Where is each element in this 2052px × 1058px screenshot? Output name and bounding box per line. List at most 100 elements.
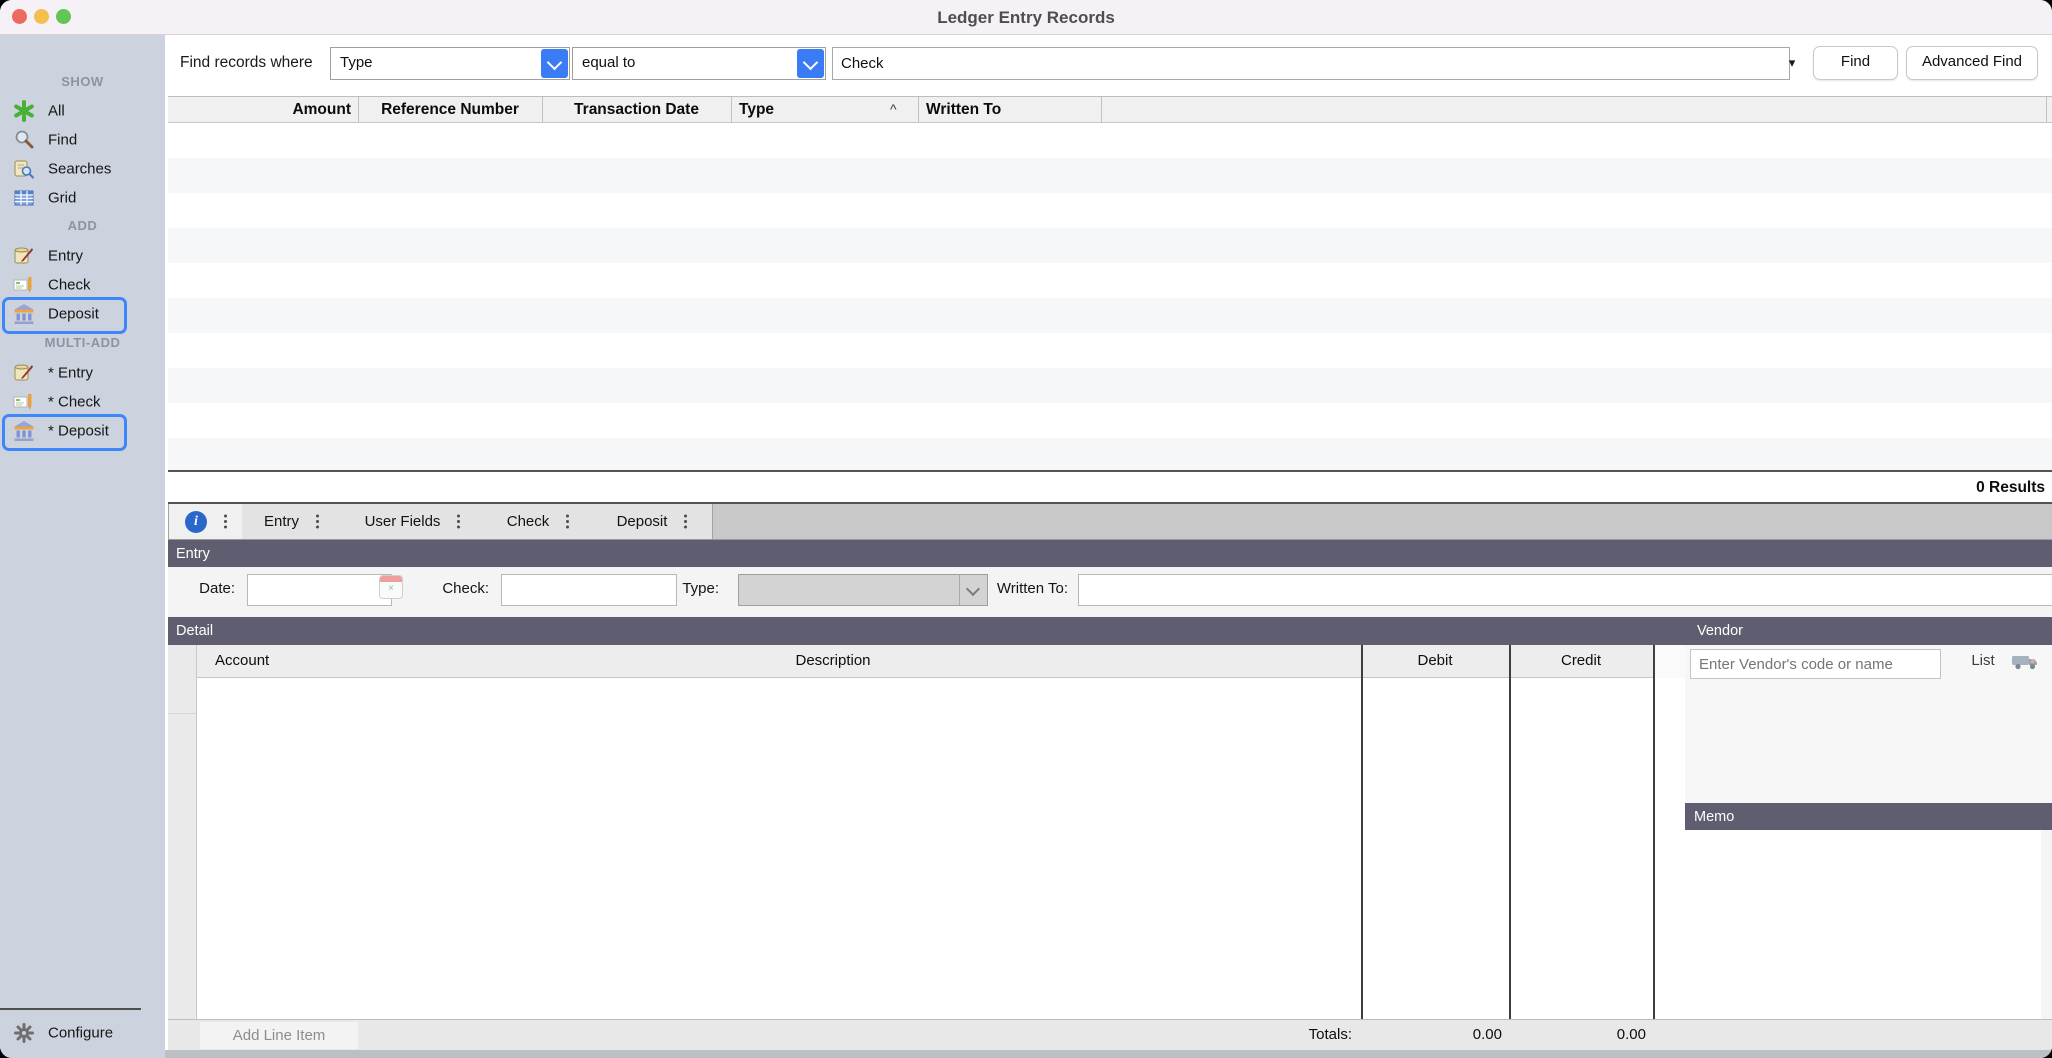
date-field[interactable] — [247, 574, 392, 606]
column-header-amount[interactable]: Amount — [168, 97, 358, 122]
window-title: Ledger Entry Records — [0, 0, 2052, 35]
tab-entry[interactable]: Entry — [242, 504, 342, 539]
written-to-field[interactable] — [1078, 574, 2052, 606]
sidebar-item-label: * Deposit — [48, 422, 109, 439]
sidebar-item-grid[interactable]: Grid — [0, 183, 165, 212]
detail-vendor-section-bar: Detail Vendor — [168, 617, 2052, 645]
tab-deposit[interactable]: Deposit — [592, 504, 713, 539]
sidebar-item-label: Searches — [48, 160, 111, 177]
sidebar-item-searches[interactable]: Searches — [0, 154, 165, 183]
window: Ledger Entry Records SHOW All Find Searc… — [0, 0, 2052, 1058]
bank-icon — [10, 420, 38, 442]
sidebar-item-label: Grid — [48, 189, 76, 206]
detail-table-header: Account Description Debit Credit — [197, 645, 1654, 678]
sidebar-item-multi-entry[interactable]: * Entry — [0, 358, 165, 387]
scroll-quill-icon — [10, 245, 38, 267]
results-table-header: Amount Reference Number Transaction Date… — [168, 96, 2052, 123]
gear-icon — [10, 1022, 38, 1044]
tab-menu-icon[interactable] — [566, 520, 569, 523]
memo-area — [1685, 830, 2041, 1019]
memo-side-strip — [2041, 830, 2052, 1019]
column-header-account: Account — [215, 645, 269, 677]
find-operator-select[interactable]: equal to — [572, 47, 826, 80]
debit-total: 0.00 — [1372, 1020, 1502, 1050]
tab-bar: i Entry User Fields Check Deposit — [168, 504, 2052, 540]
memo-section-bar: Memo — [1685, 803, 2052, 830]
memo-textarea[interactable] — [1686, 831, 2043, 1021]
truck-icon[interactable] — [2010, 652, 2040, 677]
magnifier-icon — [10, 129, 38, 151]
selected-operator: equal to — [582, 48, 635, 77]
bank-icon — [10, 303, 38, 325]
column-separator — [358, 97, 359, 122]
check-pen-icon — [10, 391, 38, 413]
detail-rows-empty — [197, 678, 1654, 1019]
results-rows-empty — [168, 123, 2052, 471]
tab-check[interactable]: Check — [484, 504, 593, 539]
chevron-down-icon — [541, 49, 568, 78]
vendor-search-input[interactable] — [1690, 649, 1941, 679]
sidebar-item-label: Deposit — [48, 305, 99, 322]
sidebar-divider — [0, 1008, 141, 1010]
sidebar-item-all[interactable]: All — [0, 96, 165, 125]
column-header-transaction-date[interactable]: Transaction Date — [542, 97, 731, 122]
entry-section-bar: Entry — [168, 540, 2052, 567]
date-label: Date: — [168, 574, 235, 604]
sidebar-section-show: SHOW — [0, 73, 165, 91]
check-label: Check: — [389, 574, 489, 604]
advanced-find-button[interactable]: Advanced Find — [1906, 46, 2038, 80]
find-button[interactable]: Find — [1813, 46, 1898, 80]
column-line — [1653, 645, 1655, 1050]
find-field-select[interactable]: Type — [330, 47, 570, 80]
sidebar-item-configure[interactable]: Configure — [0, 1018, 165, 1047]
section-title: Memo — [1694, 803, 1734, 830]
sidebar-item-check[interactable]: Check — [0, 270, 165, 299]
sidebar-item-deposit[interactable]: Deposit — [0, 299, 165, 328]
vendor-list-button[interactable]: List — [1958, 645, 2008, 677]
tab-info[interactable]: i — [168, 504, 244, 539]
row-selector — [168, 678, 196, 714]
sort-ascending-icon: ^ — [890, 97, 910, 122]
window-bottom-strip — [165, 1050, 2052, 1058]
sidebar-item-label: Entry — [48, 247, 83, 264]
chevron-down-icon — [797, 49, 824, 78]
row-selector-gutter — [168, 645, 197, 1019]
sidebar-item-entry[interactable]: Entry — [0, 241, 165, 270]
application: Ledger Entry Records SHOW All Find Searc… — [0, 0, 2052, 1058]
tab-menu-icon[interactable] — [457, 520, 460, 523]
totals-label: Totals: — [1252, 1020, 1352, 1050]
column-separator — [542, 97, 543, 122]
column-separator — [2046, 97, 2047, 122]
sidebar-item-multi-check[interactable]: * Check — [0, 387, 165, 416]
column-line — [1509, 645, 1511, 1050]
recent-searches-caret-icon[interactable]: ▾ — [1781, 47, 1803, 78]
find-value-input[interactable] — [832, 47, 1790, 80]
column-separator — [731, 97, 732, 122]
sidebar-item-label: Check — [48, 276, 91, 293]
add-line-item-button[interactable]: Add Line Item — [200, 1022, 358, 1049]
sidebar-item-find[interactable]: Find — [0, 125, 165, 154]
column-line — [1361, 645, 1363, 1050]
column-header-reference-number[interactable]: Reference Number — [358, 97, 542, 122]
divider — [168, 470, 2052, 472]
column-header-written-to[interactable]: Written To — [926, 97, 1001, 122]
tab-menu-icon[interactable] — [684, 520, 687, 523]
green-asterisk-icon — [10, 100, 38, 122]
info-icon: i — [185, 511, 207, 533]
tab-menu-icon[interactable] — [224, 520, 227, 523]
sidebar-item-label: * Check — [48, 393, 101, 410]
sidebar-section-multi-add: MULTI-ADD — [0, 334, 165, 352]
sidebar: SHOW All Find Searches Grid ADD Entry Ch… — [0, 35, 165, 1058]
column-separator — [918, 97, 919, 122]
sidebar-section-add: ADD — [0, 217, 165, 235]
sidebar-item-multi-deposit[interactable]: * Deposit — [0, 416, 165, 445]
sidebar-item-label: * Entry — [48, 364, 93, 381]
tab-menu-icon[interactable] — [316, 520, 319, 523]
tab-user-fields[interactable]: User Fields — [341, 504, 485, 539]
type-label: Type: — [619, 574, 719, 604]
column-header-type[interactable]: Type — [739, 97, 774, 122]
column-header-description: Description — [633, 645, 1033, 677]
detail-section-title: Detail — [176, 617, 213, 645]
scroll-quill-icon — [10, 362, 38, 384]
selected-field: Type — [340, 48, 373, 77]
